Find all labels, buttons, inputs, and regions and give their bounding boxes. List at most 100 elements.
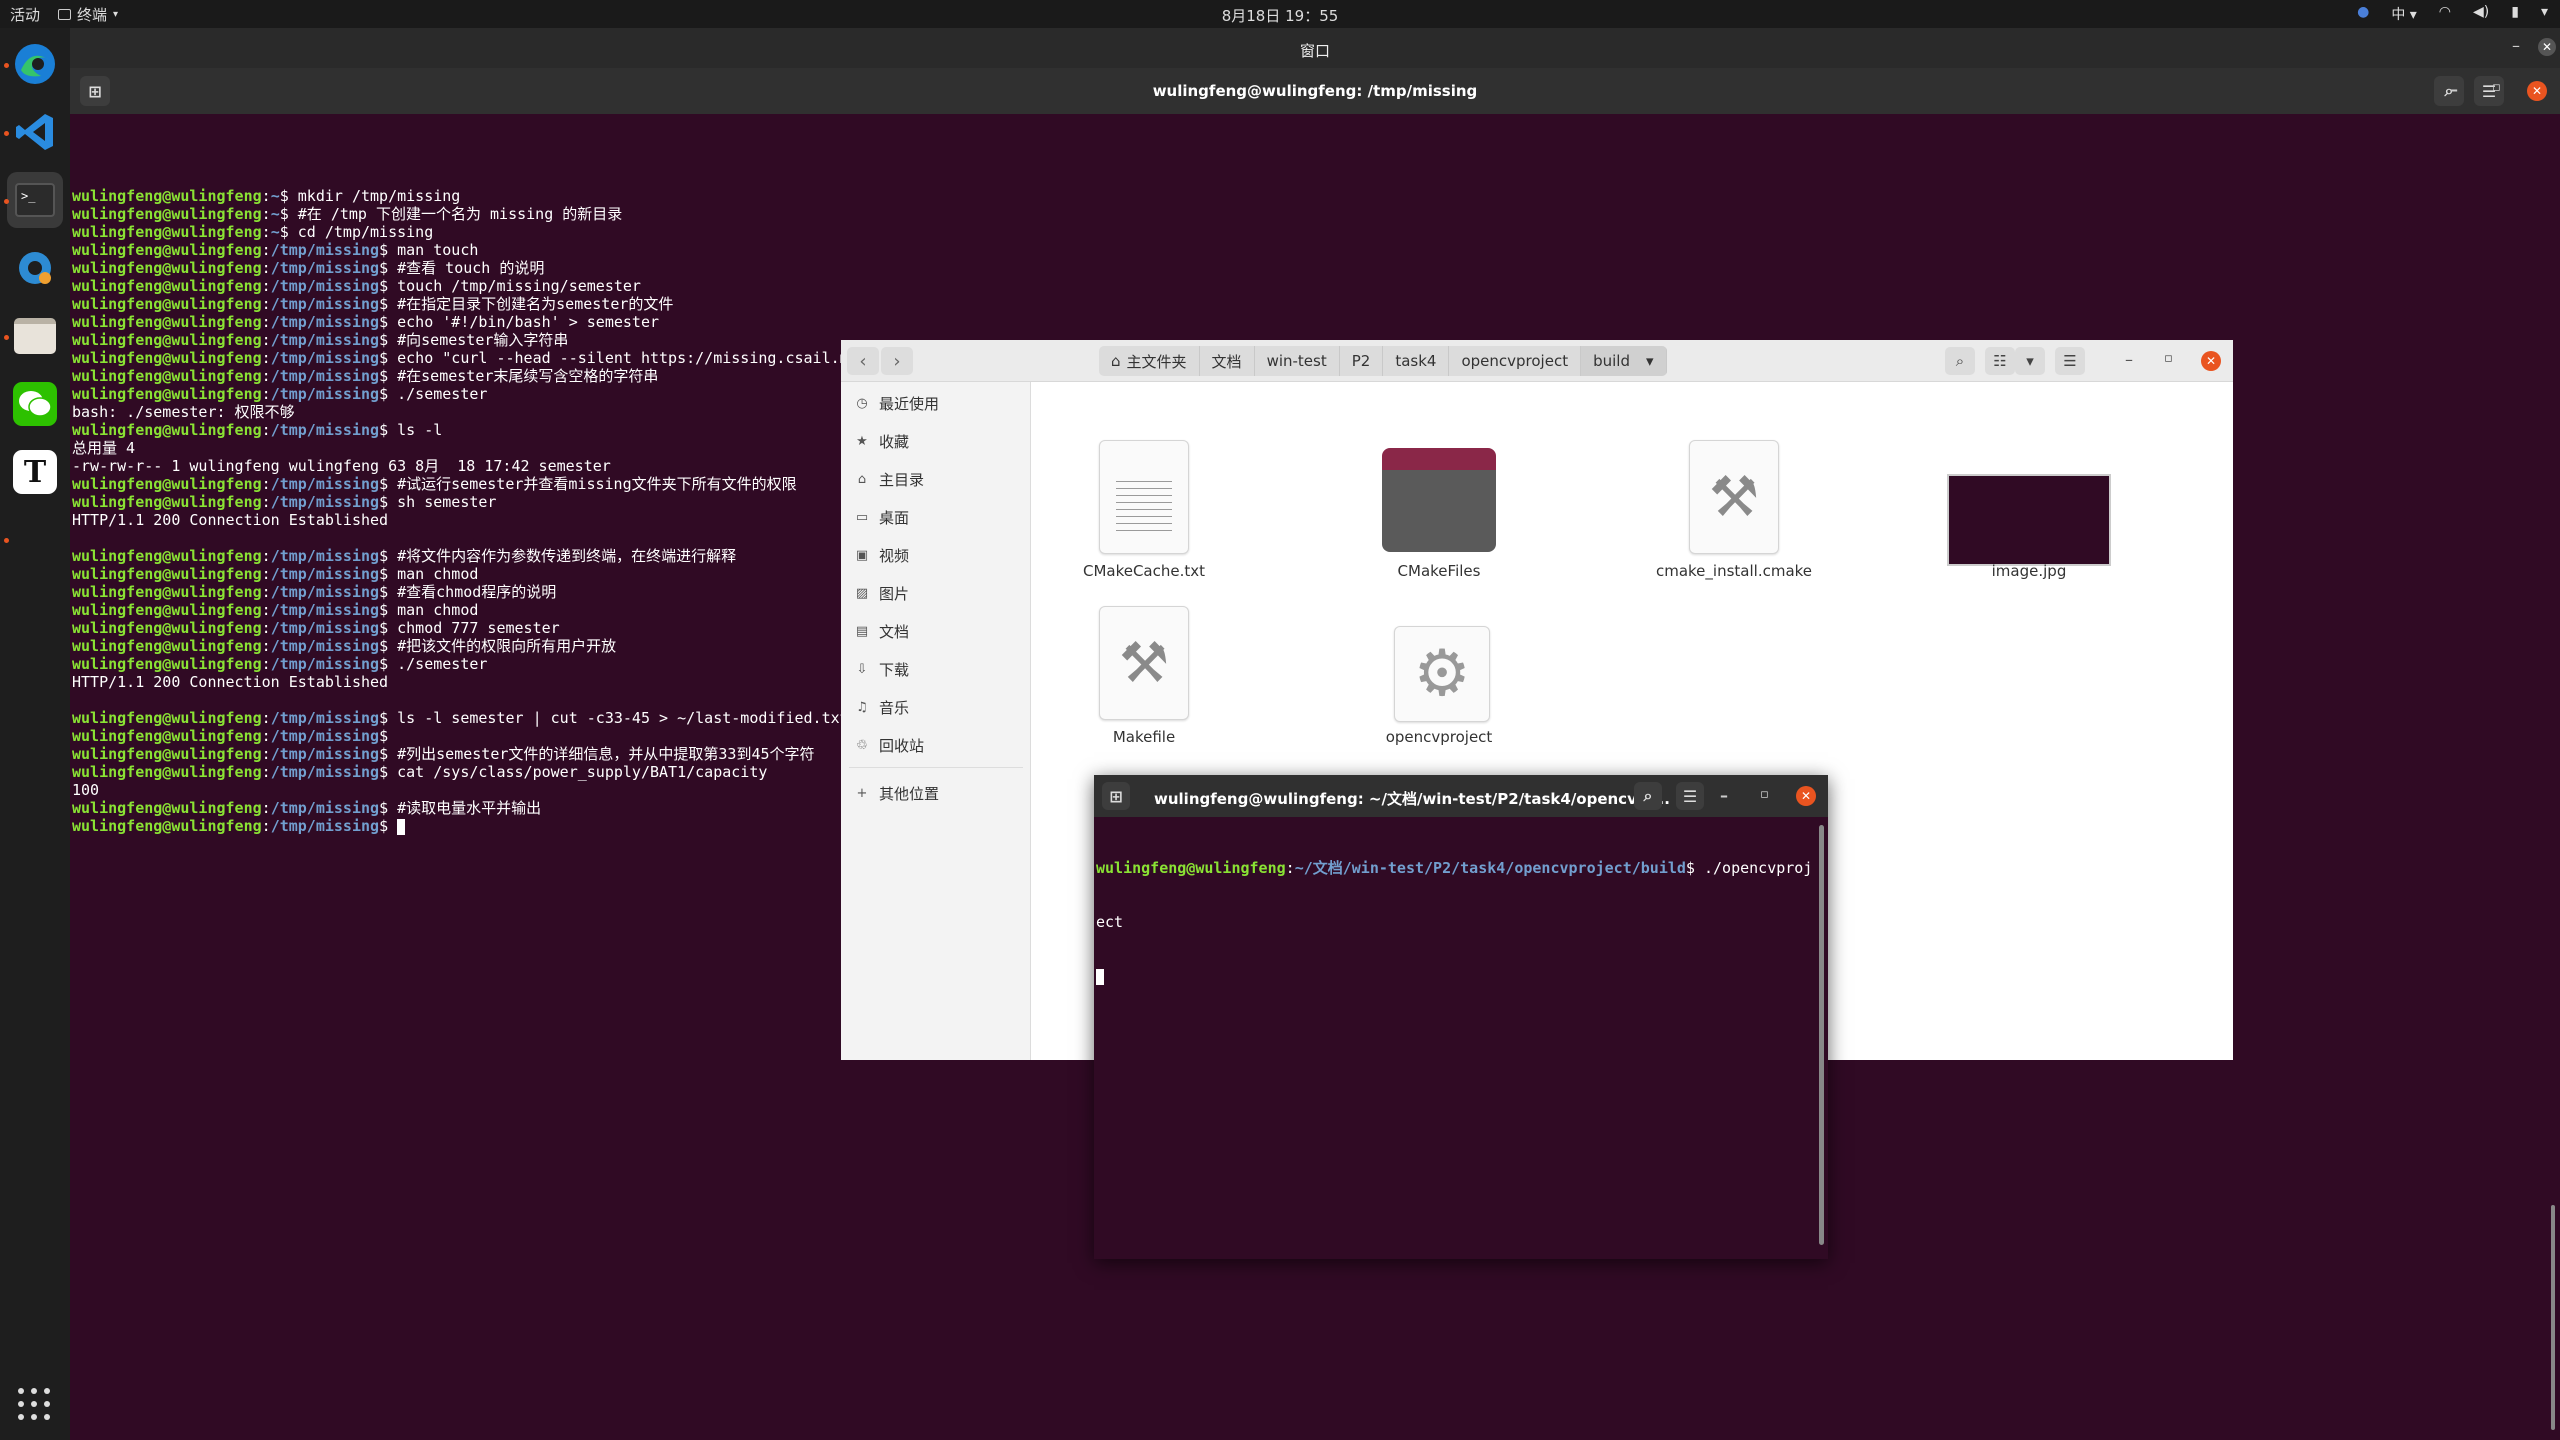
file-item[interactable]: CMakeCache.txt bbox=[1059, 440, 1229, 590]
sidebar-item[interactable]: ◷ 最近使用 bbox=[841, 386, 1030, 420]
file-item[interactable]: ⚒ Makefile bbox=[1059, 606, 1229, 756]
sidebar-item[interactable]: ♫ 音乐 bbox=[841, 690, 1030, 724]
minimize-icon[interactable]: – bbox=[2512, 36, 2520, 55]
files-app-icon[interactable] bbox=[7, 308, 63, 364]
terminal-line: wulingfeng@wulingfeng:/tmp/missing$ #查看c… bbox=[72, 583, 557, 601]
activities-button[interactable]: 活动 bbox=[10, 4, 40, 25]
edge-browser-icon[interactable] bbox=[7, 36, 63, 92]
clock[interactable]: 8月18日 19：55 bbox=[1222, 7, 1339, 25]
terminal-app-icon[interactable]: >_ bbox=[7, 172, 63, 228]
search-icon[interactable]: ⌕ bbox=[1945, 347, 1975, 375]
network-icon[interactable]: ◠ bbox=[2439, 4, 2451, 24]
main-terminal-titlebar[interactable]: ⊞ wulingfeng@wulingfeng: /tmp/missing ⌕ … bbox=[70, 68, 2560, 114]
new-tab-icon[interactable]: ⊞ bbox=[1102, 782, 1130, 810]
sidebar-item[interactable]: ▣ 视频 bbox=[841, 538, 1030, 572]
terminal-output[interactable]: wulingfeng@wulingfeng:~/文档/win-test/P2/t… bbox=[1096, 823, 1812, 1021]
volume-icon[interactable]: ◀) bbox=[2473, 4, 2489, 24]
minimize-icon[interactable]: – bbox=[2125, 350, 2133, 369]
typora-icon[interactable]: T bbox=[7, 444, 63, 500]
window-title: wulingfeng@wulingfeng: /tmp/missing bbox=[1152, 82, 1478, 100]
sidebar-item[interactable]: ★ 收藏 bbox=[841, 424, 1030, 458]
list-view-icon[interactable]: ☷ bbox=[1985, 347, 2015, 375]
file-item[interactable]: ⚙ opencvproject bbox=[1354, 606, 1524, 756]
terminal-line: wulingfeng@wulingfeng:/tmp/missing$ #在指定… bbox=[72, 295, 674, 313]
view-options-chevron-icon[interactable]: ▾ bbox=[2015, 347, 2045, 375]
home-icon: ⌂ bbox=[857, 471, 867, 487]
terminal-line: wulingfeng@wulingfeng:/tmp/missing$ ./se… bbox=[72, 655, 488, 673]
chevron-down-icon[interactable]: ▾ bbox=[1646, 352, 1654, 370]
input-method-indicator[interactable]: 中 ▾ bbox=[2391, 4, 2416, 24]
close-icon[interactable]: ✕ bbox=[2538, 38, 2556, 56]
script-hammer-icon: ⚒ bbox=[1689, 440, 1779, 554]
breadcrumb-item[interactable]: 文档 bbox=[1200, 346, 1255, 376]
file-name-label: Makefile bbox=[1112, 728, 1176, 746]
executable-gear-icon: ⚙ bbox=[1394, 626, 1490, 722]
forward-button[interactable]: › bbox=[881, 347, 913, 375]
sidebar-item[interactable]: ⇩ 下载 bbox=[841, 652, 1030, 686]
close-icon[interactable]: ✕ bbox=[1796, 786, 1816, 806]
file-item[interactable]: CMakeFiles bbox=[1354, 440, 1524, 590]
system-menu-chevron-icon[interactable]: ▾ bbox=[2541, 4, 2548, 24]
search-icon[interactable]: ⌕ bbox=[1634, 782, 1662, 810]
window-label: 窗口 bbox=[1299, 42, 1330, 60]
settings-gear-icon[interactable] bbox=[7, 240, 63, 296]
terminal-line: wulingfeng@wulingfeng:/tmp/missing$ bbox=[72, 817, 842, 835]
text-file-icon bbox=[1099, 440, 1189, 554]
close-icon[interactable]: ✕ bbox=[2527, 81, 2547, 101]
sidebar-item[interactable]: ⌂ 主目录 bbox=[841, 462, 1030, 496]
maximize-icon[interactable]: ▫ bbox=[2164, 351, 2173, 366]
breadcrumb-item[interactable]: task4 bbox=[1383, 346, 1450, 376]
show-apps-grid-icon[interactable] bbox=[18, 1388, 52, 1422]
sidebar-item-label: 主目录 bbox=[879, 470, 925, 489]
terminal-line: wulingfeng@wulingfeng:~$ cd /tmp/missing bbox=[72, 223, 434, 241]
sidebar-item-label: 收藏 bbox=[879, 432, 910, 451]
breadcrumb-item[interactable]: ⌂ 主文件夹 bbox=[1099, 346, 1200, 376]
maximize-icon[interactable]: ▫ bbox=[1760, 787, 1769, 802]
hamburger-menu-icon[interactable]: ☰ bbox=[1676, 782, 1704, 810]
file-item[interactable]: image.jpg bbox=[1944, 440, 2114, 590]
app-menu[interactable]: 终端 ▾ bbox=[58, 4, 118, 25]
sidebar-item-label: 回收站 bbox=[879, 736, 925, 755]
small-terminal-window[interactable]: ⊞ wulingfeng@wulingfeng: ~/文档/win-test/P… bbox=[1094, 775, 1828, 1259]
terminal-line: -rw-rw-r-- 1 wulingfeng wulingfeng 63 8月… bbox=[72, 457, 611, 475]
sidebar-item[interactable]: ▨ 图片 bbox=[841, 576, 1030, 610]
terminal-line: wulingfeng@wulingfeng:/tmp/missing$ man … bbox=[72, 601, 479, 619]
sidebar-item[interactable]: ▤ 文档 bbox=[841, 614, 1030, 648]
vscode-icon[interactable] bbox=[7, 104, 63, 160]
terminal-line: wulingfeng@wulingfeng:/tmp/missing$ ./se… bbox=[72, 385, 488, 403]
restore-icon[interactable]: ▫ bbox=[2492, 80, 2501, 95]
terminal-line: wulingfeng@wulingfeng:/tmp/missing$ #试运行… bbox=[72, 475, 797, 493]
breadcrumb-item[interactable]: opencvproject bbox=[1449, 346, 1582, 376]
accessibility-icon[interactable]: ● bbox=[2357, 4, 2369, 24]
terminal-output[interactable]: wulingfeng@wulingfeng:~$ mkdir /tmp/miss… bbox=[72, 187, 842, 835]
scrollbar[interactable] bbox=[2551, 1205, 2555, 1430]
file-name-label: image.jpg bbox=[1991, 562, 2067, 580]
breadcrumb-item[interactable]: win-test bbox=[1255, 346, 1340, 376]
back-button[interactable]: ‹ bbox=[847, 347, 879, 375]
breadcrumb: ⌂ 主文件夹 文档 win-test P2 task4 opencvproject build… bbox=[1099, 346, 1667, 376]
sidebar-item[interactable]: ▭ 桌面 bbox=[841, 500, 1030, 534]
hamburger-menu-icon[interactable]: ☰ bbox=[2055, 347, 2085, 375]
breadcrumb-item[interactable]: build ▾ bbox=[1581, 346, 1667, 376]
wechat-icon[interactable] bbox=[7, 376, 63, 432]
sidebar-item-label: 下载 bbox=[879, 660, 910, 679]
terminal-line: wulingfeng@wulingfeng:/tmp/missing$ #列出s… bbox=[72, 745, 815, 763]
desktop-icon: ▭ bbox=[855, 509, 869, 525]
terminal-line: 100 bbox=[72, 781, 100, 799]
terminal-line: wulingfeng@wulingfeng:~$ #在 /tmp 下创建一个名为… bbox=[72, 205, 623, 223]
minimize-icon[interactable]: – bbox=[1720, 786, 1728, 805]
text-cursor bbox=[397, 818, 406, 835]
battery-icon[interactable]: ▮ bbox=[2511, 4, 2519, 24]
breadcrumb-item[interactable]: P2 bbox=[1340, 346, 1384, 376]
terminal-line: wulingfeng@wulingfeng:/tmp/missing$ #将文件… bbox=[72, 547, 737, 565]
sidebar-item[interactable]: ♲ 回收站 bbox=[841, 728, 1030, 762]
scrollbar[interactable] bbox=[1819, 825, 1824, 1245]
file-item[interactable]: ⚒ cmake_install.cmake bbox=[1649, 440, 1819, 590]
close-icon[interactable]: ✕ bbox=[2201, 351, 2221, 371]
small-terminal-titlebar[interactable]: ⊞ wulingfeng@wulingfeng: ~/文档/win-test/P… bbox=[1094, 775, 1828, 817]
sidebar-item-label: 最近使用 bbox=[879, 394, 940, 413]
terminal-line: wulingfeng@wulingfeng:/tmp/missing$ #查看 … bbox=[72, 259, 545, 277]
sidebar-item[interactable]: + 其他位置 bbox=[841, 776, 1030, 810]
script-hammer-icon: ⚒ bbox=[1099, 606, 1189, 720]
